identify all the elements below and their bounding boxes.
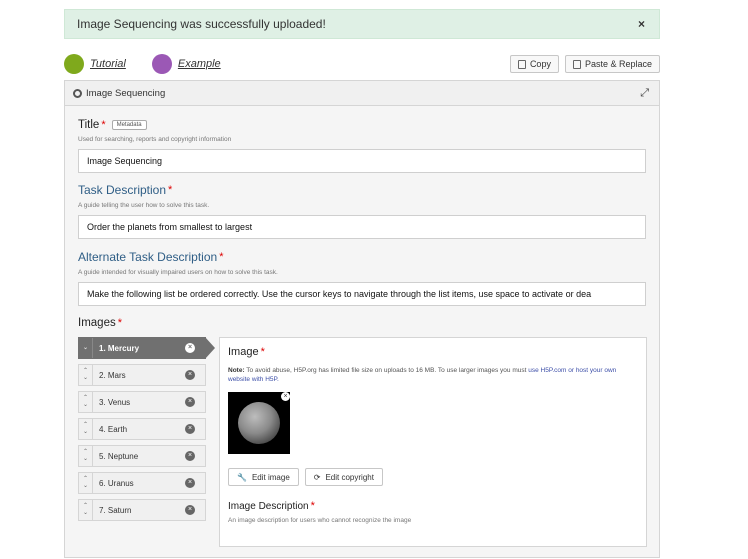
task-input[interactable]: Order the planets from smallest to large…: [78, 215, 646, 239]
images-area: ⌄ 1. Mercury × ⌃ ⌄ 2. Mars × ⌃ ⌄ 3. Venus …: [78, 337, 647, 547]
title-field: Title * Metadata Used for searching, rep…: [78, 119, 646, 173]
copyright-icon: ⟳: [313, 472, 321, 482]
example-link[interactable]: Example: [178, 58, 221, 70]
remove-image-icon[interactable]: ×: [281, 392, 290, 401]
task-field: Task Description * A guide telling the u…: [78, 183, 646, 239]
required-marker: *: [310, 500, 315, 512]
list-item-label: 6. Uranus: [99, 478, 134, 488]
images-label: Images *: [78, 317, 646, 329]
order-handle[interactable]: ⌃ ⌄: [79, 500, 93, 520]
remove-icon[interactable]: ×: [185, 343, 195, 353]
tutorial-link[interactable]: Tutorial: [90, 58, 126, 70]
title-input[interactable]: Image Sequencing: [78, 149, 646, 173]
task-label: Task Description *: [78, 183, 646, 197]
note-text: To avoid abuse, H5P.org has limited file…: [244, 367, 529, 374]
list-item[interactable]: ⌃ ⌄ 3. Venus ×: [78, 391, 206, 413]
order-handle[interactable]: ⌃ ⌄: [79, 392, 93, 412]
clipboard-buttons: Copy Paste & Replace: [509, 55, 660, 73]
alt-task-field: Alternate Task Description * A guide int…: [78, 250, 646, 306]
image-description-label-text: Image Description: [228, 500, 309, 512]
alt-task-label: Alternate Task Description *: [78, 250, 646, 264]
alt-task-input[interactable]: Make the following list be ordered corre…: [78, 282, 646, 306]
paste-icon: [572, 59, 581, 69]
copy-icon: [517, 59, 526, 69]
required-marker: *: [260, 346, 265, 358]
order-handle[interactable]: ⌃ ⌄: [79, 365, 93, 385]
title-label: Title * Metadata: [78, 119, 646, 131]
success-alert: Image Sequencing was successfully upload…: [64, 9, 660, 39]
task-description: A guide telling the user how to solve th…: [78, 202, 210, 209]
mercury-image: [238, 402, 280, 444]
image-actions: 🔧 Edit image ⟳ Edit copyright: [228, 468, 638, 486]
required-marker: *: [101, 119, 106, 131]
edit-image-label: Edit image: [251, 472, 290, 482]
image-description-help: An image description for users who canno…: [228, 517, 412, 524]
content-panel: Image Sequencing ⤢ Title * Metadata Used…: [64, 80, 660, 558]
required-marker: *: [219, 251, 224, 263]
panel-header: Image Sequencing ⤢: [65, 81, 659, 106]
panel-body: Title * Metadata Used for searching, rep…: [65, 119, 659, 547]
required-marker: *: [117, 317, 122, 329]
expand-icon[interactable]: ⤢: [640, 87, 649, 100]
required-marker: *: [168, 184, 173, 196]
remove-icon[interactable]: ×: [185, 370, 195, 380]
wrench-icon: 🔧: [237, 472, 247, 482]
list-item-label: 4. Earth: [99, 424, 128, 434]
order-handle[interactable]: ⌃ ⌄: [79, 419, 93, 439]
note-bold: Note:: [228, 367, 245, 374]
edit-copyright-label: Edit copyright: [325, 472, 374, 482]
order-handle[interactable]: ⌃ ⌄: [79, 473, 93, 493]
example-icon: [151, 54, 172, 74]
remove-icon[interactable]: ×: [185, 478, 195, 488]
alert-message: Image Sequencing was successfully upload…: [77, 17, 326, 31]
upload-note: Note: To avoid abuse, H5P.org has limite…: [228, 366, 638, 384]
order-handle[interactable]: ⌃ ⌄: [79, 446, 93, 466]
images-label-text: Images: [78, 317, 116, 329]
panel-title: Image Sequencing: [86, 87, 166, 99]
list-item[interactable]: ⌃ ⌄ 5. Neptune ×: [78, 445, 206, 467]
alert-close-icon[interactable]: ×: [638, 17, 645, 31]
copy-label: Copy: [529, 59, 551, 69]
title-description: Used for searching, reports and copyrigh…: [78, 136, 232, 143]
image-description-label: Image Description *: [228, 500, 638, 512]
image-label: Image *: [228, 346, 638, 358]
list-item[interactable]: ⌃ ⌄ 2. Mars ×: [78, 364, 206, 386]
list-item[interactable]: ⌃ ⌄ 6. Uranus ×: [78, 472, 206, 494]
remove-icon[interactable]: ×: [185, 397, 195, 407]
paste-replace-button[interactable]: Paste & Replace: [564, 55, 660, 73]
image-label-text: Image: [228, 346, 259, 358]
remove-icon[interactable]: ×: [185, 424, 195, 434]
list-item-label: 3. Venus: [99, 397, 131, 407]
tutorial-icon: [64, 54, 84, 74]
task-label-text: Task Description: [78, 183, 167, 197]
copy-button[interactable]: Copy: [509, 55, 559, 73]
list-item-label: 5. Neptune: [99, 451, 139, 461]
edit-copyright-button[interactable]: ⟳ Edit copyright: [304, 468, 383, 486]
editor-wrapper: Image Sequencing was successfully upload…: [64, 9, 660, 558]
metadata-button[interactable]: Metadata: [111, 120, 147, 130]
list-item-label: 2. Mars: [99, 370, 126, 380]
gear-icon: [73, 88, 82, 98]
image-detail-panel: Image * Note: To avoid abuse, H5P.org ha…: [219, 337, 647, 547]
list-item[interactable]: ⌃ ⌄ 7. Saturn ×: [78, 499, 206, 521]
toolbar: Tutorial Example Copy Paste & Replace: [64, 53, 660, 75]
title-label-text: Title: [78, 119, 100, 131]
list-item[interactable]: ⌄ 1. Mercury ×: [78, 337, 215, 359]
order-handle[interactable]: ⌄: [79, 338, 93, 358]
image-list: ⌄ 1. Mercury × ⌃ ⌄ 2. Mars × ⌃ ⌄ 3. Venus …: [78, 337, 215, 526]
remove-icon[interactable]: ×: [185, 505, 195, 515]
image-thumbnail[interactable]: ×: [228, 392, 290, 454]
alt-task-label-text: Alternate Task Description: [78, 250, 218, 264]
alt-task-description: A guide intended for visually impaired u…: [78, 269, 278, 276]
list-item[interactable]: ⌃ ⌄ 4. Earth ×: [78, 418, 206, 440]
paste-label: Paste & Replace: [584, 59, 652, 69]
list-item-label: 1. Mercury: [99, 343, 140, 353]
remove-icon[interactable]: ×: [185, 451, 195, 461]
list-item-label: 7. Saturn: [99, 505, 132, 515]
edit-image-button[interactable]: 🔧 Edit image: [228, 468, 299, 486]
